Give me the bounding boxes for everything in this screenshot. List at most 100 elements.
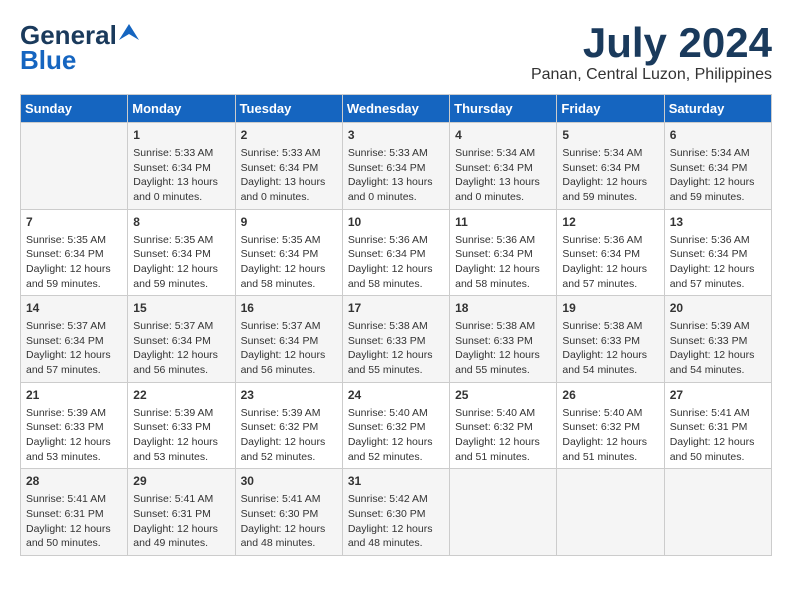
day-info: Sunrise: 5:37 AMSunset: 6:34 PMDaylight:… <box>26 319 122 378</box>
day-number: 23 <box>241 387 337 404</box>
day-info: Sunrise: 5:42 AMSunset: 6:30 PMDaylight:… <box>348 492 444 551</box>
header-sunday: Sunday <box>21 95 128 123</box>
day-number: 9 <box>241 214 337 231</box>
day-number: 8 <box>133 214 229 231</box>
day-info: Sunrise: 5:40 AMSunset: 6:32 PMDaylight:… <box>455 406 551 465</box>
day-info: Sunrise: 5:41 AMSunset: 6:31 PMDaylight:… <box>26 492 122 551</box>
day-number: 11 <box>455 214 551 231</box>
day-info: Sunrise: 5:37 AMSunset: 6:34 PMDaylight:… <box>241 319 337 378</box>
calendar-cell: 20 Sunrise: 5:39 AMSunset: 6:33 PMDayligh… <box>664 296 771 383</box>
day-info: Sunrise: 5:41 AMSunset: 6:30 PMDaylight:… <box>241 492 337 551</box>
day-info: Sunrise: 5:34 AMSunset: 6:34 PMDaylight:… <box>455 146 551 205</box>
day-number: 13 <box>670 214 766 231</box>
calendar-cell: 10Sunrise: 5:36 AMSunset: 6:34 PMDayligh… <box>342 209 449 296</box>
day-number: 6 <box>670 127 766 144</box>
day-number: 15 <box>133 300 229 317</box>
day-number: 31 <box>348 473 444 490</box>
calendar-cell: 19 Sunrise: 5:38 AMSunset: 6:33 PMDayligh… <box>557 296 664 383</box>
calendar-cell <box>557 469 664 556</box>
day-info: Sunrise: 5:36 AMSunset: 6:34 PMDaylight:… <box>562 233 658 292</box>
calendar-cell: 21Sunrise: 5:39 AMSunset: 6:33 PMDayligh… <box>21 382 128 469</box>
day-number: 24 <box>348 387 444 404</box>
logo-bird-icon <box>119 22 139 42</box>
day-info: Sunrise: 5:36 AMSunset: 6:34 PMDaylight:… <box>670 233 766 292</box>
day-info: Sunrise: 5:38 AMSunset: 6:33 PMDaylight:… <box>562 319 658 378</box>
day-number: 20 <box>670 300 766 317</box>
day-number: 22 <box>133 387 229 404</box>
day-number: 19 <box>562 300 658 317</box>
day-info: Sunrise: 5:33 AMSunset: 6:34 PMDaylight:… <box>133 146 229 205</box>
calendar-cell: 23 Sunrise: 5:39 AMSunset: 6:32 PMDayligh… <box>235 382 342 469</box>
week-row-1: 1 Sunrise: 5:33 AMSunset: 6:34 PMDaylight… <box>21 123 772 210</box>
day-number: 7 <box>26 214 122 231</box>
title-block: July 2024 Panan, Central Luzon, Philippi… <box>531 20 772 84</box>
calendar-cell: 31 Sunrise: 5:42 AMSunset: 6:30 PMDayligh… <box>342 469 449 556</box>
calendar-cell: 1 Sunrise: 5:33 AMSunset: 6:34 PMDaylight… <box>128 123 235 210</box>
calendar-cell: 13 Sunrise: 5:36 AMSunset: 6:34 PMDayligh… <box>664 209 771 296</box>
calendar-cell: 2 Sunrise: 5:33 AMSunset: 6:34 PMDaylight… <box>235 123 342 210</box>
day-info: Sunrise: 5:34 AMSunset: 6:34 PMDaylight:… <box>670 146 766 205</box>
day-info: Sunrise: 5:33 AMSunset: 6:34 PMDaylight:… <box>348 146 444 205</box>
header-thursday: Thursday <box>450 95 557 123</box>
day-number: 1 <box>133 127 229 144</box>
logo: General Blue <box>20 20 139 76</box>
calendar-cell: 29 Sunrise: 5:41 AMSunset: 6:31 PMDayligh… <box>128 469 235 556</box>
calendar-cell <box>21 123 128 210</box>
day-info: Sunrise: 5:33 AMSunset: 6:34 PMDaylight:… <box>241 146 337 205</box>
day-number: 2 <box>241 127 337 144</box>
day-info: Sunrise: 5:41 AMSunset: 6:31 PMDaylight:… <box>670 406 766 465</box>
day-info: Sunrise: 5:35 AMSunset: 6:34 PMDaylight:… <box>26 233 122 292</box>
day-info: Sunrise: 5:35 AMSunset: 6:34 PMDaylight:… <box>241 233 337 292</box>
day-number: 29 <box>133 473 229 490</box>
day-number: 14 <box>26 300 122 317</box>
day-info: Sunrise: 5:39 AMSunset: 6:33 PMDaylight:… <box>133 406 229 465</box>
page-header: General Blue July 2024 Panan, Central Lu… <box>20 20 772 84</box>
day-number: 4 <box>455 127 551 144</box>
calendar-cell: 28 Sunrise: 5:41 AMSunset: 6:31 PMDayligh… <box>21 469 128 556</box>
day-number: 17 <box>348 300 444 317</box>
calendar-cell: 18 Sunrise: 5:38 AMSunset: 6:33 PMDayligh… <box>450 296 557 383</box>
calendar-cell: 7 Sunrise: 5:35 AMSunset: 6:34 PMDaylight… <box>21 209 128 296</box>
day-info: Sunrise: 5:41 AMSunset: 6:31 PMDaylight:… <box>133 492 229 551</box>
day-info: Sunrise: 5:40 AMSunset: 6:32 PMDaylight:… <box>562 406 658 465</box>
day-info: Sunrise: 5:38 AMSunset: 6:33 PMDaylight:… <box>455 319 551 378</box>
calendar-cell: 14 Sunrise: 5:37 AMSunset: 6:34 PMDayligh… <box>21 296 128 383</box>
day-info: Sunrise: 5:38 AMSunset: 6:33 PMDaylight:… <box>348 319 444 378</box>
day-number: 12 <box>562 214 658 231</box>
day-info: Sunrise: 5:39 AMSunset: 6:33 PMDaylight:… <box>26 406 122 465</box>
calendar-cell: 15Sunrise: 5:37 AMSunset: 6:34 PMDayligh… <box>128 296 235 383</box>
day-number: 30 <box>241 473 337 490</box>
calendar-cell: 27Sunrise: 5:41 AMSunset: 6:31 PMDayligh… <box>664 382 771 469</box>
calendar-cell: 12 Sunrise: 5:36 AMSunset: 6:34 PMDayligh… <box>557 209 664 296</box>
calendar-cell: 11Sunrise: 5:36 AMSunset: 6:34 PMDayligh… <box>450 209 557 296</box>
calendar-header-row: SundayMondayTuesdayWednesdayThursdayFrid… <box>21 95 772 123</box>
calendar-cell: 24 Sunrise: 5:40 AMSunset: 6:32 PMDayligh… <box>342 382 449 469</box>
day-number: 3 <box>348 127 444 144</box>
day-number: 18 <box>455 300 551 317</box>
calendar-cell: 8Sunrise: 5:35 AMSunset: 6:34 PMDaylight… <box>128 209 235 296</box>
calendar-cell: 6 Sunrise: 5:34 AMSunset: 6:34 PMDaylight… <box>664 123 771 210</box>
header-monday: Monday <box>128 95 235 123</box>
day-info: Sunrise: 5:40 AMSunset: 6:32 PMDaylight:… <box>348 406 444 465</box>
calendar-cell: 9 Sunrise: 5:35 AMSunset: 6:34 PMDaylight… <box>235 209 342 296</box>
calendar-cell: 30 Sunrise: 5:41 AMSunset: 6:30 PMDayligh… <box>235 469 342 556</box>
calendar-cell: 26 Sunrise: 5:40 AMSunset: 6:32 PMDayligh… <box>557 382 664 469</box>
day-info: Sunrise: 5:39 AMSunset: 6:33 PMDaylight:… <box>670 319 766 378</box>
calendar-cell: 4 Sunrise: 5:34 AMSunset: 6:34 PMDaylight… <box>450 123 557 210</box>
calendar-table: SundayMondayTuesdayWednesdayThursdayFrid… <box>20 94 772 556</box>
header-wednesday: Wednesday <box>342 95 449 123</box>
day-info: Sunrise: 5:39 AMSunset: 6:32 PMDaylight:… <box>241 406 337 465</box>
location-title: Panan, Central Luzon, Philippines <box>531 66 772 84</box>
calendar-cell <box>664 469 771 556</box>
week-row-3: 14 Sunrise: 5:37 AMSunset: 6:34 PMDayligh… <box>21 296 772 383</box>
calendar-cell: 16Sunrise: 5:37 AMSunset: 6:34 PMDayligh… <box>235 296 342 383</box>
day-info: Sunrise: 5:34 AMSunset: 6:34 PMDaylight:… <box>562 146 658 205</box>
day-number: 10 <box>348 214 444 231</box>
calendar-cell: 22 Sunrise: 5:39 AMSunset: 6:33 PMDayligh… <box>128 382 235 469</box>
header-saturday: Saturday <box>664 95 771 123</box>
day-number: 25 <box>455 387 551 404</box>
calendar-cell <box>450 469 557 556</box>
day-number: 26 <box>562 387 658 404</box>
day-number: 28 <box>26 473 122 490</box>
calendar-cell: 17 Sunrise: 5:38 AMSunset: 6:33 PMDayligh… <box>342 296 449 383</box>
